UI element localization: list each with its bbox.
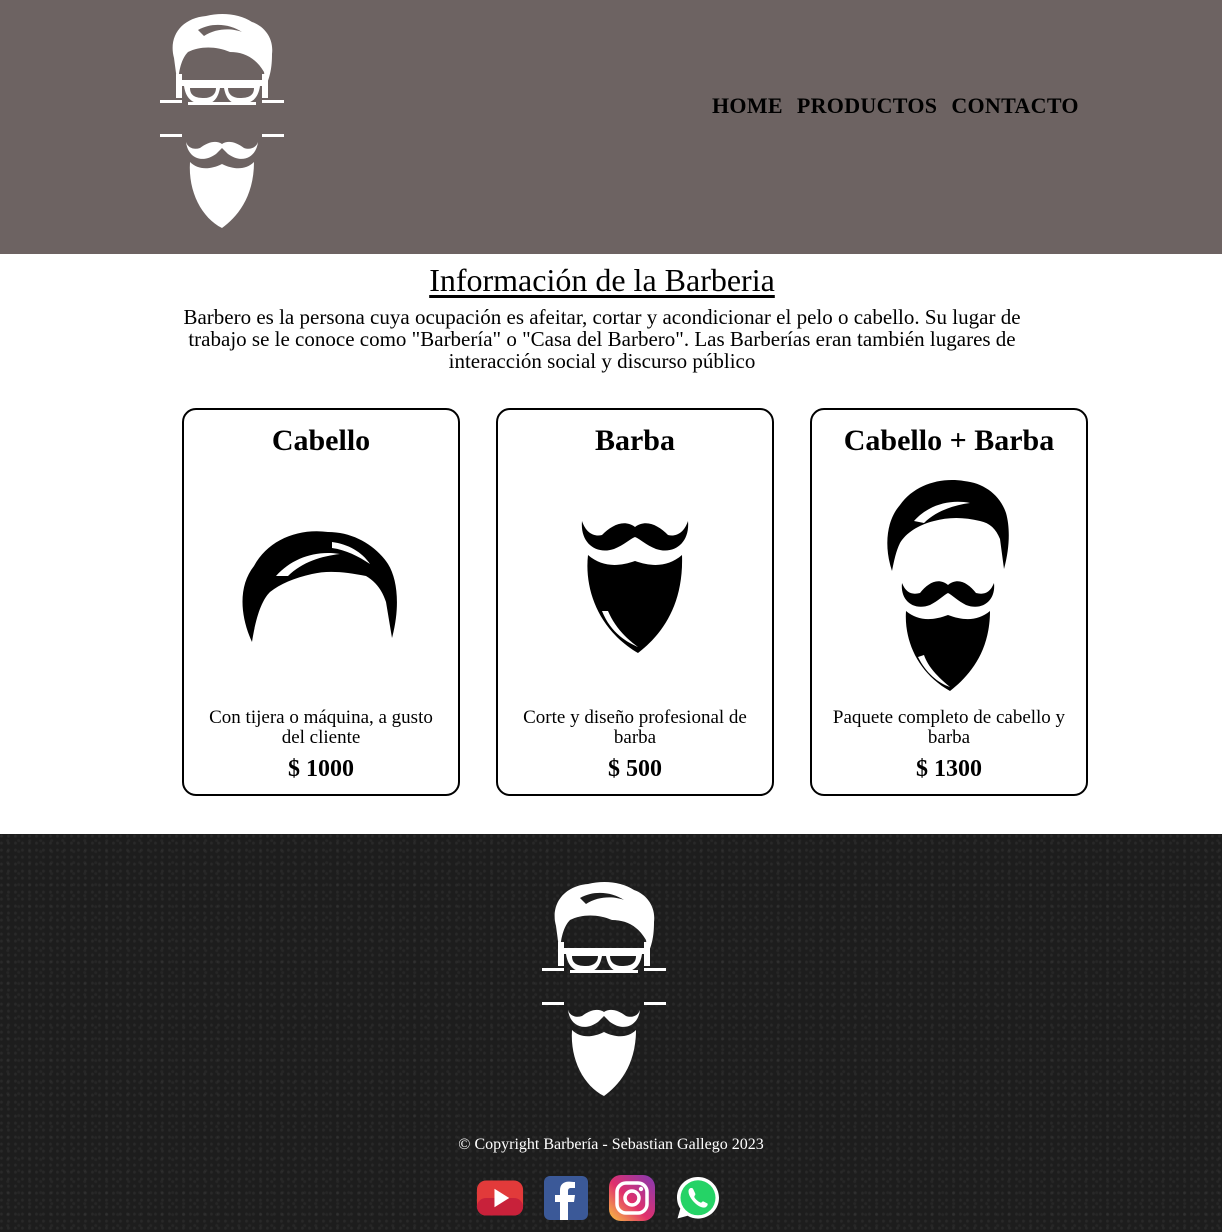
youtube-icon[interactable] xyxy=(476,1174,524,1222)
nav-home-link[interactable]: HOME xyxy=(712,93,783,119)
nav-productos-link[interactable]: PRODUCTOS xyxy=(797,93,937,119)
card-price: $ 1000 xyxy=(288,756,354,782)
service-card-cabello[interactable]: Cabello Con tijera o máquina, a gusto de… xyxy=(182,408,460,796)
info-title: Información de la Barberia xyxy=(429,262,775,298)
card-price: $ 1300 xyxy=(916,756,982,782)
service-card-cabello-barba[interactable]: Cabello + Barba Paquete completo de cabe… xyxy=(810,408,1088,796)
instagram-icon[interactable] xyxy=(608,1174,656,1222)
card-title: Barba xyxy=(594,424,675,457)
card-title: Cabello xyxy=(271,424,371,457)
site-footer: © Copyright Barbería - Sebastian Gallego… xyxy=(0,834,1222,1232)
copyright-text: © Copyright Barbería - Sebastian Gallego… xyxy=(458,1136,764,1153)
hair-icon xyxy=(242,531,397,642)
card-description: Con tijera o máquina, a gusto del client… xyxy=(209,707,433,748)
card-price: $ 500 xyxy=(608,756,662,782)
card-title: Cabello + Barba xyxy=(843,424,1055,457)
nav-contacto-link[interactable]: CONTACTO xyxy=(951,93,1079,119)
barber-logo-icon[interactable] xyxy=(160,12,284,230)
social-links xyxy=(476,1174,722,1222)
main-nav: HOME PRODUCTOS CONTACTO xyxy=(712,93,1079,119)
beard-icon xyxy=(581,521,689,653)
info-text: Barbero es la persona cuya ocupación es … xyxy=(183,305,1021,373)
service-card-barba[interactable]: Barba Corte y diseño profesional de barb… xyxy=(496,408,774,796)
card-description: Paquete completo de cabello y barba xyxy=(832,707,1066,748)
whatsapp-icon[interactable] xyxy=(674,1174,722,1222)
site-header: HOME PRODUCTOS CONTACTO xyxy=(0,0,1222,254)
card-description: Corte y diseño profesional de barba xyxy=(523,707,747,748)
barber-logo-icon xyxy=(542,882,666,1096)
facebook-icon[interactable] xyxy=(542,1174,590,1222)
hair-beard-icon xyxy=(887,480,1009,691)
